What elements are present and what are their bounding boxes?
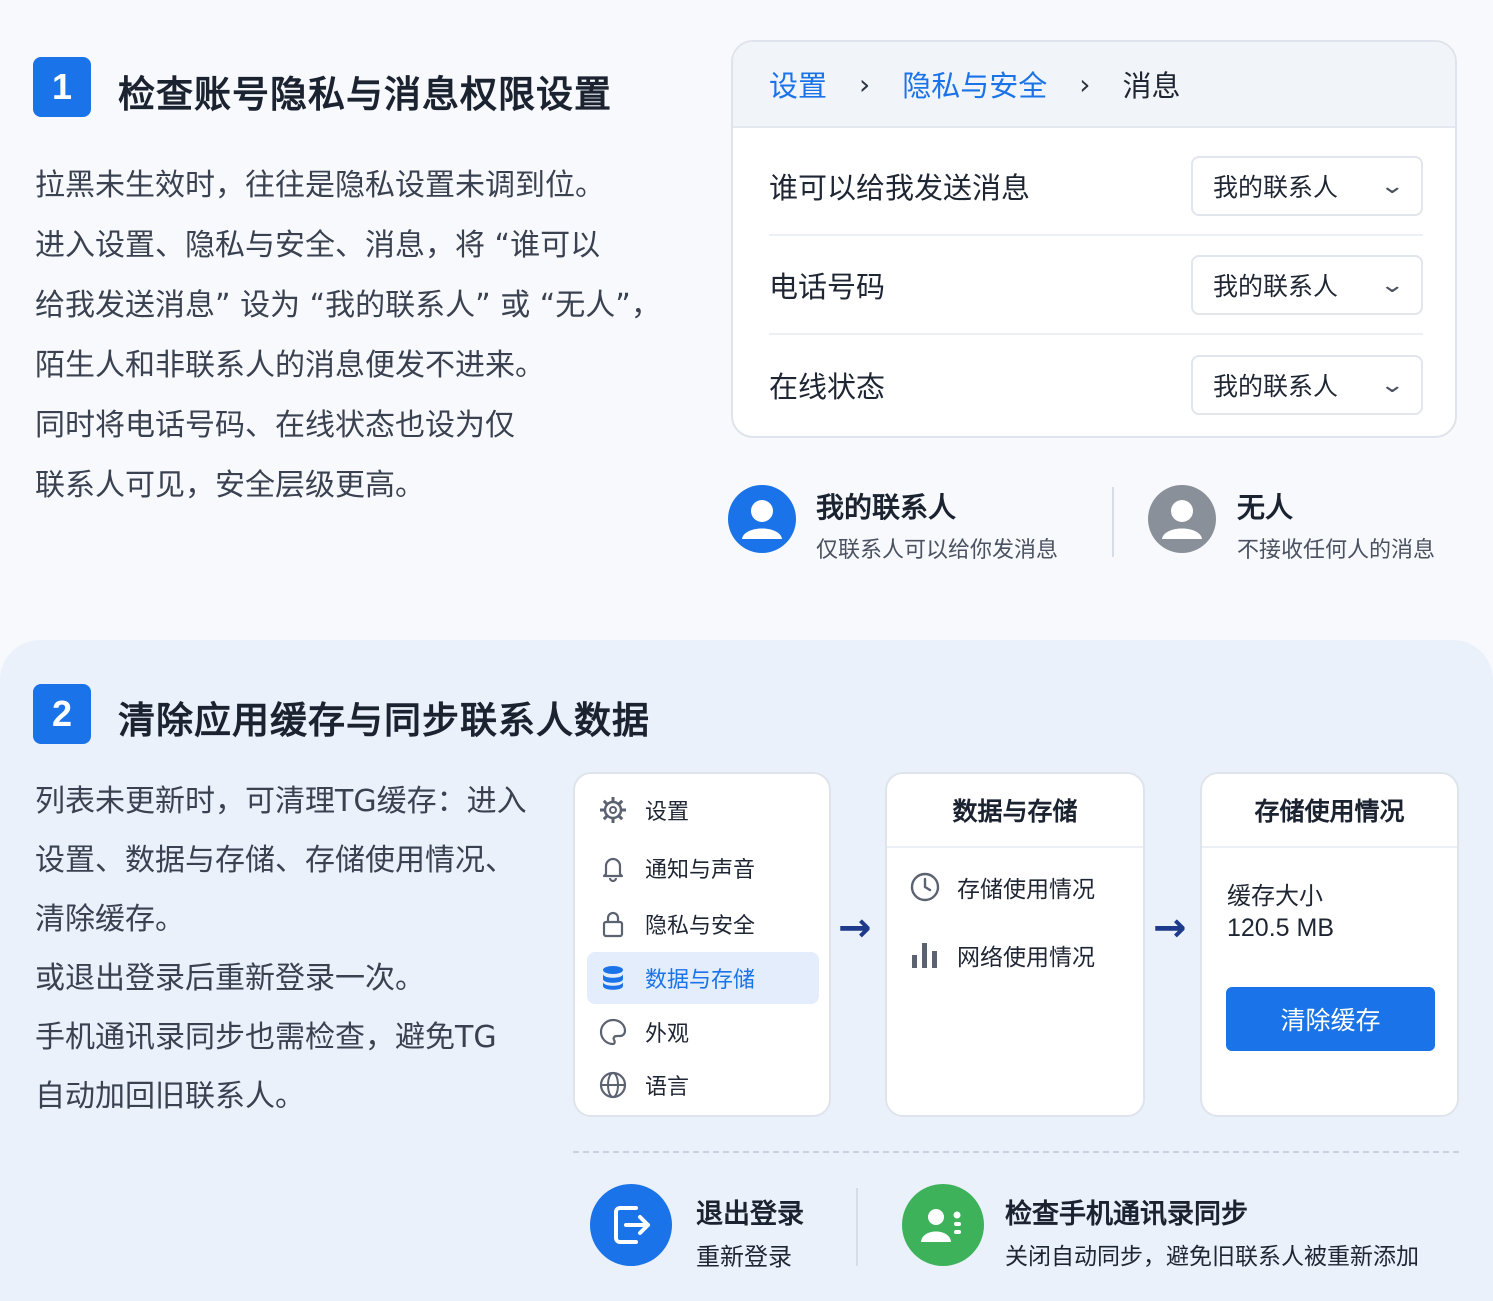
- paragraph-line: 同时将电话号码、在线状态也设为仅: [35, 408, 515, 443]
- online-status-select[interactable]: 我的联系人 ⌄: [1191, 355, 1423, 415]
- settings-menu-card: 设置 通知与声音 隐私与安全 数据与存储 外观 语言: [573, 772, 831, 1117]
- setting-row-phone-number: 电话号码 我的联系人 ⌄: [769, 237, 1423, 335]
- bell-icon: [597, 852, 629, 884]
- chevron-down-icon: ⌄: [1378, 372, 1405, 398]
- paragraph-line: 给我发送消息” 设为 “我的联系人” 或 “无人”，: [35, 288, 661, 323]
- user-icon: [728, 485, 796, 553]
- option-nobody-title: 无人: [1237, 491, 1294, 524]
- paragraph-line: 列表未更新时，可清理TG缓存：进入: [35, 784, 527, 819]
- card-title: 存储使用情况: [1202, 774, 1457, 848]
- arrow-right-icon: →: [1153, 905, 1187, 951]
- cache-size-label: 缓存大小: [1227, 882, 1323, 910]
- logout-title: 退出登录: [696, 1199, 804, 1230]
- section-1-paragraph: 拉黑未生效时，往往是隐私设置未调到位。 进入设置、隐私与安全、消息，将 “谁可以…: [35, 156, 705, 516]
- logout-subtitle: 重新登录: [696, 1243, 792, 1271]
- paragraph-line: 清除缓存。: [35, 902, 185, 937]
- setting-row-who-can-message: 谁可以给我发送消息 我的联系人 ⌄: [769, 138, 1423, 236]
- menu-label: 通知与声音: [645, 858, 756, 883]
- chevron-down-icon: ⌄: [1378, 272, 1405, 298]
- arrow-right-icon: →: [838, 905, 872, 951]
- palette-icon: [597, 1016, 629, 1048]
- database-icon: [597, 962, 629, 994]
- section-2-paragraph: 列表未更新时，可清理TG缓存：进入 设置、数据与存储、存储使用情况、 清除缓存。…: [35, 772, 565, 1126]
- contacts-sync-title: 检查手机通讯录同步: [1005, 1199, 1248, 1230]
- card-title: 数据与存储: [887, 774, 1143, 848]
- storage-usage-item[interactable]: 存储使用情况: [909, 870, 1095, 904]
- data-storage-card: 数据与存储 存储使用情况 网络使用情况: [885, 772, 1145, 1117]
- logout-icon[interactable]: [590, 1184, 672, 1266]
- breadcrumb-privacy-link[interactable]: 隐私与安全: [902, 63, 1047, 105]
- menu-item-appearance[interactable]: 外观: [587, 1006, 819, 1058]
- setting-row-online-status: 在线状态 我的联系人 ⌄: [769, 336, 1423, 434]
- network-usage-item[interactable]: 网络使用情况: [909, 938, 1095, 972]
- breadcrumb: 设置 › 隐私与安全 › 消息: [733, 42, 1455, 128]
- divider: [1112, 487, 1114, 557]
- who-can-message-select[interactable]: 我的联系人 ⌄: [1191, 156, 1423, 216]
- setting-label: 在线状态: [769, 370, 886, 404]
- setting-label: 电话号码: [769, 270, 886, 304]
- step-2-badge: 2: [33, 684, 91, 744]
- paragraph-line: 手机通讯录同步也需检查，避免TG: [35, 1020, 497, 1055]
- menu-item-notifications[interactable]: 通知与声音: [587, 842, 819, 894]
- user-icon: [1148, 485, 1216, 553]
- option-my-contacts-subtitle: 仅联系人可以给你发消息: [816, 538, 1059, 563]
- select-value: 我的联系人: [1213, 173, 1339, 202]
- menu-item-language[interactable]: 语言: [587, 1059, 819, 1111]
- menu-label: 外观: [645, 1022, 690, 1047]
- chevron-down-icon: ⌄: [1378, 173, 1405, 199]
- privacy-settings-card: 设置 › 隐私与安全 › 消息 谁可以给我发送消息 我的联系人 ⌄ 电话号码 我…: [731, 40, 1457, 438]
- bar-chart-icon: [909, 939, 941, 971]
- dashed-divider: [573, 1151, 1459, 1153]
- globe-icon: [597, 1069, 629, 1101]
- paragraph-line: 陌生人和非联系人的消息便发不进来。: [35, 348, 545, 383]
- paragraph-line: 自动加回旧联系人。: [35, 1079, 305, 1114]
- paragraph-line: 设置、数据与存储、存储使用情况、: [35, 843, 515, 878]
- breadcrumb-settings-link[interactable]: 设置: [769, 63, 827, 105]
- menu-item-privacy[interactable]: 隐私与安全: [587, 898, 819, 950]
- clock-icon: [909, 871, 941, 903]
- breadcrumb-current: 消息: [1122, 69, 1181, 103]
- setting-label: 谁可以给我发送消息: [769, 171, 1031, 205]
- select-value: 我的联系人: [1213, 272, 1339, 301]
- paragraph-line: 联系人可见，安全层级更高。: [35, 468, 425, 503]
- gear-icon: [597, 794, 629, 826]
- menu-label: 语言: [645, 1075, 690, 1100]
- contacts-sync-subtitle: 关闭自动同步，避免旧联系人被重新添加: [1005, 1244, 1419, 1270]
- paragraph-line: 或退出登录后重新登录一次。: [35, 961, 425, 996]
- option-my-contacts-title: 我的联系人: [816, 491, 957, 524]
- contacts-icon[interactable]: [902, 1184, 984, 1266]
- chevron-right-icon: ›: [1079, 67, 1091, 101]
- storage-usage-card: 存储使用情况 缓存大小 120.5 MB: [1200, 772, 1459, 1117]
- item-label: 存储使用情况: [957, 877, 1095, 903]
- menu-label: 设置: [645, 800, 690, 825]
- chevron-right-icon: ›: [859, 67, 871, 101]
- step-1-badge: 1: [33, 57, 91, 117]
- menu-label: 数据与存储: [645, 968, 756, 993]
- menu-label: 隐私与安全: [645, 914, 756, 939]
- menu-item-settings[interactable]: 设置: [587, 784, 819, 836]
- cache-size-value: 120.5 MB: [1227, 914, 1335, 942]
- section-1-title: 检查账号隐私与消息权限设置: [118, 73, 612, 116]
- paragraph-line: 进入设置、隐私与安全、消息，将 “谁可以: [35, 228, 601, 263]
- item-label: 网络使用情况: [957, 945, 1095, 971]
- menu-item-data-storage[interactable]: 数据与存储: [587, 952, 819, 1004]
- divider: [856, 1188, 858, 1266]
- paragraph-line: 拉黑未生效时，往往是隐私设置未调到位。: [35, 168, 605, 203]
- lock-icon: [597, 908, 629, 940]
- phone-number-select[interactable]: 我的联系人 ⌄: [1191, 255, 1423, 315]
- section-2-title: 清除应用缓存与同步联系人数据: [118, 699, 650, 742]
- option-nobody-subtitle: 不接收任何人的消息: [1237, 538, 1436, 563]
- clear-cache-button[interactable]: 清除缓存: [1226, 987, 1435, 1051]
- select-value: 我的联系人: [1213, 372, 1339, 401]
